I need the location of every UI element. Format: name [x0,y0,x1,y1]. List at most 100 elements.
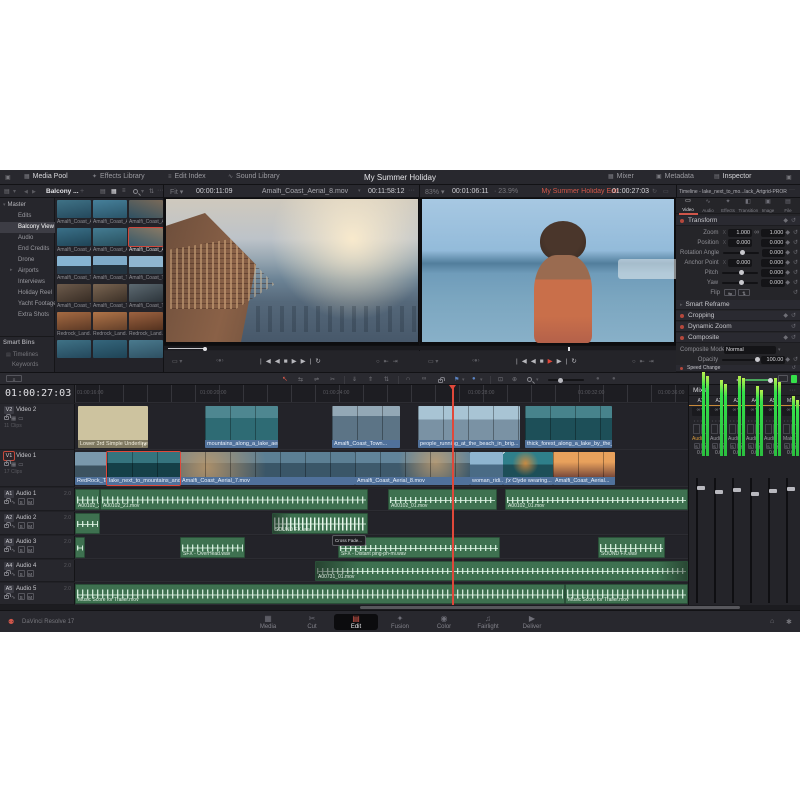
yaw-slider[interactable] [722,282,758,284]
filmstrip-view-icon[interactable]: ▤ [100,188,106,195]
tab-effects[interactable]: ✦Effects [719,197,738,214]
anchor-y-field[interactable]: 0.000 [761,259,785,267]
solo-button[interactable]: S [18,522,25,529]
flag-icon[interactable]: ⚑ [454,376,459,383]
page-tab-fusion[interactable]: ✦Fusion [378,614,422,630]
monitor-volume-slider[interactable] [745,379,775,381]
page-tab-color[interactable]: ◉Color [422,614,466,630]
source-more-icon[interactable]: ··· [408,187,415,194]
clip-thumbnail[interactable] [129,256,163,274]
fader-track[interactable] [768,478,770,603]
lock-icon[interactable] [4,572,9,576]
lock-icon[interactable] [4,416,9,420]
playhead[interactable] [452,385,454,605]
match-frame-icon[interactable]: ○ [376,359,384,365]
source-scrub-bar[interactable] [164,345,420,350]
timeline-clip-audio[interactable]: Music Score for Trailer.mov [75,584,565,604]
rotation-field[interactable]: 0.000 [762,249,786,257]
yaw-field[interactable]: 0.000 [761,279,785,287]
timeline-clip-video[interactable]: Amalfi_Coast_Aerial... [553,452,615,485]
solo-button[interactable]: S [18,593,25,600]
marker-icon[interactable]: ● [472,376,476,382]
sort-icon[interactable]: ⇅ [149,188,154,195]
dynamic-trim-mode-icon[interactable]: ⇌ [314,376,319,383]
lock-icon[interactable] [4,548,9,552]
sidebar-item-drone[interactable]: Drone [0,255,55,266]
thumbnail-view-icon[interactable]: ▦ [111,188,117,195]
mixer-strip-a5[interactable]: A5 ∞∿ •••• Audio 5 S M 0.0 [764,398,781,456]
clip-thumbnail[interactable] [129,340,163,358]
tab-audio[interactable]: ∿Audio [699,197,718,214]
timeline-clip-audio[interactable]: A00731_01.mov [315,561,688,581]
timeline-jog-icon[interactable]: ‹●› [472,358,480,364]
clip-thumbnail[interactable] [57,228,91,246]
timeline-ruler[interactable]: 01:00:16:00 01:00:20:00 01:00:24:00 01:0… [75,385,688,403]
solo-button[interactable]: S [18,498,25,505]
track-header-a1[interactable]: A1 Audio 12.0 ∿SM [0,488,75,511]
sidebar-item-balcony-view[interactable]: Balcony View [0,222,55,233]
fader-track[interactable] [732,478,734,603]
pitch-field[interactable]: 0.000 [761,269,785,277]
match-frame-icon[interactable]: ○ [632,359,640,365]
timeline-clip-video[interactable]: RedRock_Talent_5... [75,452,107,485]
insert-clip-icon[interactable]: ⇓ [352,376,357,383]
inspector-more-icon[interactable]: ··· [789,187,795,193]
mute-button[interactable]: M [27,522,34,529]
timeline-clip-audio[interactable] [75,513,100,534]
source-clip-chevron[interactable]: ▾ [358,188,361,194]
zoom-slider[interactable] [548,379,584,381]
position-y-field[interactable]: 0.000 [761,239,785,247]
clip-thumbnail[interactable] [57,256,91,274]
bin-tab[interactable]: Balcony ... [46,188,79,195]
page-tab-media[interactable]: ▦Media [246,614,290,630]
snapping-icon[interactable]: ∩ [406,376,410,382]
step-back-icon[interactable]: ◀ [275,358,284,365]
clip-thumbnail[interactable] [129,200,163,218]
lock-icon[interactable] [4,524,9,528]
section-dynamic-zoom[interactable]: Dynamic Zoom ↺ [676,322,800,332]
tab-video[interactable]: ▭Video [679,196,698,215]
clip-thumbnail[interactable] [57,284,91,302]
track-header-v1[interactable]: V1 Video 1 ▦▭ 17 Clips [0,450,75,487]
sidebar-item-extra-shots[interactable]: Extra Shots [0,310,55,321]
back-icon[interactable]: ◀ [24,189,28,195]
bin-master[interactable]: ▾ Master [3,201,26,208]
skip-back-icon[interactable]: |◀ [260,358,275,365]
clip-thumbnail[interactable] [93,228,127,246]
fader-track[interactable] [786,478,788,603]
mark-out-icon[interactable]: ⇥ [649,359,658,365]
lock-icon[interactable] [4,462,9,466]
solo-button[interactable]: S [18,570,25,577]
timeline-aspect-icon[interactable]: ▭ ▾ [428,358,438,365]
zoom-detail-icon[interactable]: ⊕ [512,376,517,383]
timeline-clip-video[interactable]: Amalfi_Coast_Aerial_7.mov [180,452,355,485]
timeline-timecode-display[interactable]: 01:00:27:03 [5,388,71,399]
timeline-options-icon[interactable]: ≡ [6,375,22,382]
timeline-scrub-bar[interactable] [420,345,676,350]
timeline-clip-audio[interactable]: A00102_01.mov [505,489,688,510]
timeline-clip-audio[interactable]: SFX - OverHead.wav [180,537,245,558]
clip-thumbnail[interactable] [93,312,127,330]
page-tab-cut[interactable]: ✂Cut [290,614,334,630]
reset-icon[interactable]: ↺ [793,269,798,276]
mark-in-icon[interactable]: ⇤ [640,359,649,365]
stop-icon[interactable]: ■ [540,358,548,365]
mark-in-icon[interactable]: ⇤ [384,359,393,365]
rotation-slider[interactable] [723,252,759,254]
timeline-clip-title[interactable]: Lower 3rd Simple Underline ƒx [78,406,148,448]
zoom-y-field[interactable]: 1.000 [761,229,785,237]
list-view-icon[interactable]: ≡ [122,188,126,194]
mark-out-icon[interactable]: ⇥ [393,359,402,365]
enable-dot[interactable] [680,219,684,223]
flip-vertical-button[interactable]: ⇅ [738,289,750,296]
reset-icon[interactable]: ↺ [793,229,798,236]
reset-icon[interactable]: ↺ [793,289,798,296]
clip-thumbnail[interactable] [129,312,163,330]
fader-track[interactable] [714,478,716,603]
pan-box[interactable] [693,424,700,434]
clip-thumbnail-selected[interactable] [129,228,163,246]
selection-mode-icon[interactable]: ↖ [282,375,288,383]
tab-transition[interactable]: ◧Transition [739,197,758,214]
composite-mode-select[interactable]: Normal [724,346,776,354]
page-tab-edit[interactable]: ▤Edit [334,614,378,630]
